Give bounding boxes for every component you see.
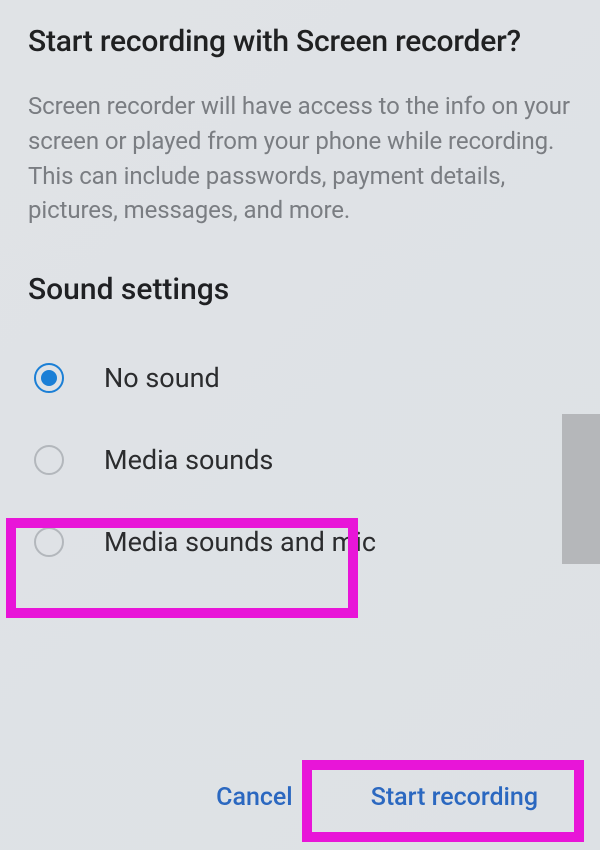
external-edge-bar (562, 414, 600, 564)
sound-options-group: No sound Media sounds Media sounds and m… (28, 337, 572, 583)
radio-icon (34, 363, 64, 393)
radio-icon (34, 445, 64, 475)
dialog-description: Screen recorder will have access to the … (28, 89, 572, 228)
option-media-sounds-and-mic[interactable]: Media sounds and mic (28, 501, 572, 583)
option-label: Media sounds and mic (104, 526, 376, 558)
start-recording-button[interactable]: Start recording (357, 773, 552, 822)
sound-settings-heading: Sound settings (28, 272, 572, 307)
dialog-title: Start recording with Screen recorder? (28, 22, 572, 61)
option-label: No sound (104, 362, 220, 394)
screen-recorder-dialog: Start recording with Screen recorder? Sc… (0, 0, 600, 583)
cancel-button[interactable]: Cancel (202, 773, 307, 822)
option-label: Media sounds (104, 444, 273, 476)
dialog-actions: Cancel Start recording (0, 773, 600, 822)
option-media-sounds[interactable]: Media sounds (28, 419, 572, 501)
option-no-sound[interactable]: No sound (28, 337, 572, 419)
radio-icon (34, 527, 64, 557)
